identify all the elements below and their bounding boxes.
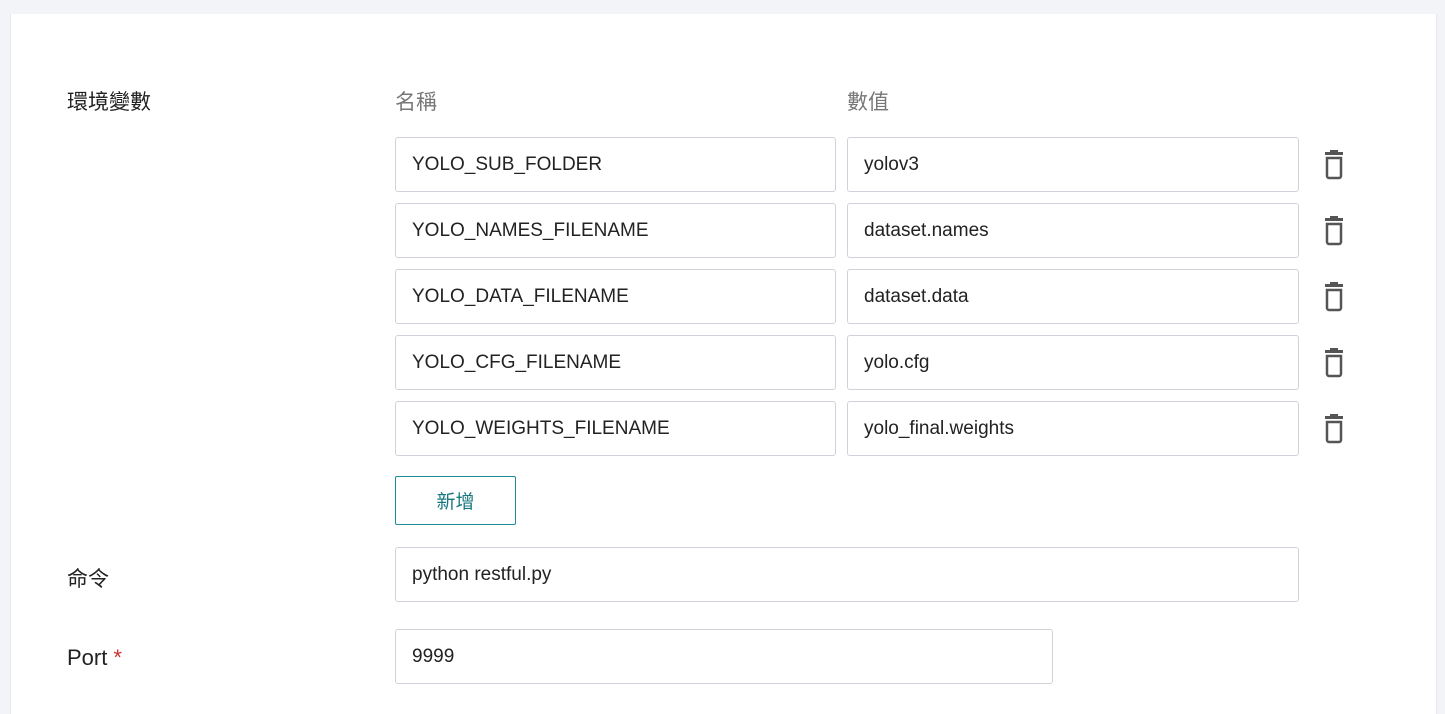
env-value-input[interactable]: yolo.cfg (847, 335, 1299, 390)
port-input[interactable]: 9999 (395, 629, 1053, 684)
env-name-input[interactable]: YOLO_SUB_FOLDER (395, 137, 836, 192)
env-value-input[interactable]: dataset.names (847, 203, 1299, 258)
env-vars-label: 環境變數 (67, 91, 151, 114)
required-marker: * (113, 645, 122, 670)
port-label-text: Port (67, 645, 108, 670)
env-name-input[interactable]: YOLO_CFG_FILENAME (395, 335, 836, 390)
form-card: 環境變數 名稱 數值 YOLO_SUB_FOLDER yolov3 YOLO_N… (10, 14, 1437, 714)
env-name-input[interactable]: YOLO_WEIGHTS_FILENAME (395, 401, 836, 456)
env-value-input[interactable]: dataset.data (847, 269, 1299, 324)
command-label: 命令 (67, 568, 109, 591)
env-name-input[interactable]: YOLO_DATA_FILENAME (395, 269, 836, 324)
trash-icon[interactable] (1321, 348, 1347, 378)
add-env-button[interactable]: 新增 (395, 476, 516, 525)
command-input[interactable]: python restful.py (395, 547, 1299, 602)
trash-icon[interactable] (1321, 150, 1347, 180)
trash-icon[interactable] (1321, 216, 1347, 246)
name-column-header: 名稱 (395, 91, 437, 114)
env-value-input[interactable]: yolo_final.weights (847, 401, 1299, 456)
env-value-input[interactable]: yolov3 (847, 137, 1299, 192)
value-column-header: 數值 (847, 91, 889, 114)
trash-icon[interactable] (1321, 282, 1347, 312)
trash-icon[interactable] (1321, 414, 1347, 444)
env-name-input[interactable]: YOLO_NAMES_FILENAME (395, 203, 836, 258)
port-label: Port * (67, 645, 122, 671)
